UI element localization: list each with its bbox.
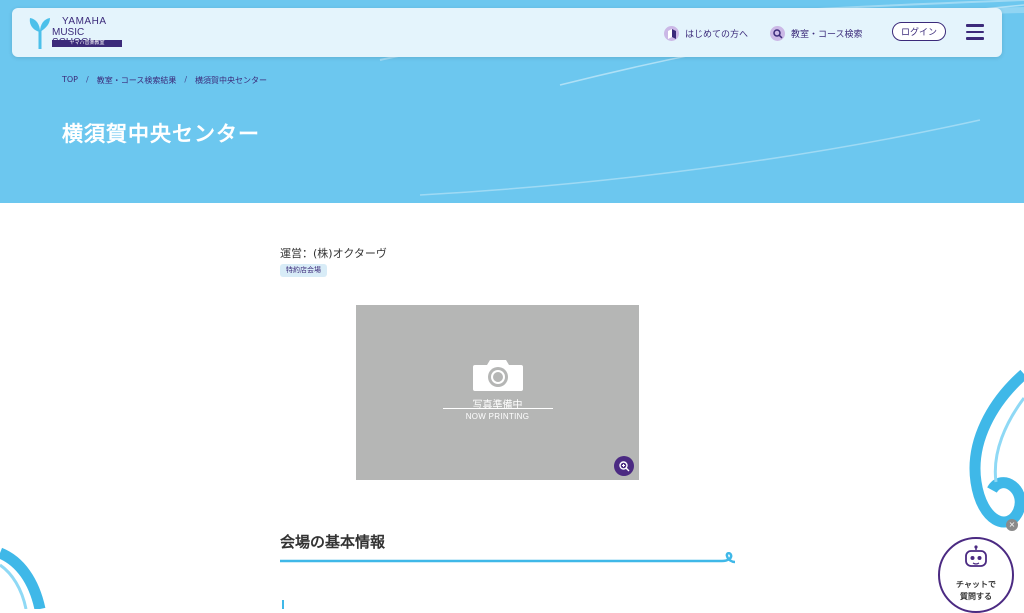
venue-type-badge: 特約店会場 — [280, 264, 327, 277]
logo-text-line1: YAMAHA — [62, 16, 107, 27]
list-marker-icon — [282, 600, 284, 609]
camera-icon — [473, 360, 523, 391]
section-title-underline — [280, 552, 736, 564]
logo-subtitle: ヤマハ音楽教室 — [52, 40, 122, 47]
chat-robot-icon — [965, 545, 987, 567]
decorative-ribbon-left — [0, 547, 46, 609]
chat-label-line1: チャットで — [956, 580, 996, 589]
operator-text: 運営：(株)オクターヴ — [280, 247, 387, 260]
search-icon — [770, 26, 785, 41]
nav-course-search[interactable]: 教室・コース検索 — [770, 26, 863, 41]
breadcrumb-top[interactable]: TOP — [62, 75, 78, 86]
hamburger-menu-icon[interactable] — [966, 24, 984, 40]
nav-course-search-label: 教室・コース検索 — [791, 30, 863, 40]
venue-photo-placeholder[interactable]: 写真準備中 NOW PRINTING — [356, 305, 639, 480]
beginner-leaf-icon — [664, 26, 679, 41]
breadcrumb-search-results[interactable]: 教室・コース検索結果 — [97, 75, 177, 86]
breadcrumb-separator: / — [184, 75, 188, 84]
photo-caption-en: NOW PRINTING — [465, 412, 530, 421]
nav-first-time[interactable]: はじめての方へ — [664, 26, 748, 41]
breadcrumb-current: 横須賀中央センター — [195, 76, 268, 85]
yamaha-music-school-logo[interactable]: YAMAHA MUSIC SCHOOL ヤマハ音楽教室 — [28, 16, 128, 50]
nav-first-time-label: はじめての方へ — [685, 30, 749, 40]
chat-support-button[interactable]: チャットで 質問する — [938, 537, 1014, 613]
decorative-ribbon-right — [969, 369, 1024, 528]
breadcrumb-separator: / — [86, 75, 89, 84]
breadcrumb: TOP / 教室・コース検索結果 / 横須賀中央センター — [62, 75, 267, 86]
login-button[interactable]: ログイン — [892, 22, 946, 41]
chat-label-line2: 質問する — [960, 592, 992, 601]
section-title-basic-info: 会場の基本情報 — [280, 533, 386, 551]
photo-caption-divider — [443, 408, 553, 409]
site-header: YAMAHA MUSIC SCHOOL ヤマハ音楽教室 はじめての方へ 教室・コ… — [12, 8, 1002, 57]
chat-close-icon[interactable]: × — [1006, 519, 1018, 531]
sprout-logo-icon — [29, 18, 50, 49]
zoom-in-icon[interactable] — [614, 456, 634, 476]
page-title: 横須賀中央センター — [62, 122, 260, 146]
